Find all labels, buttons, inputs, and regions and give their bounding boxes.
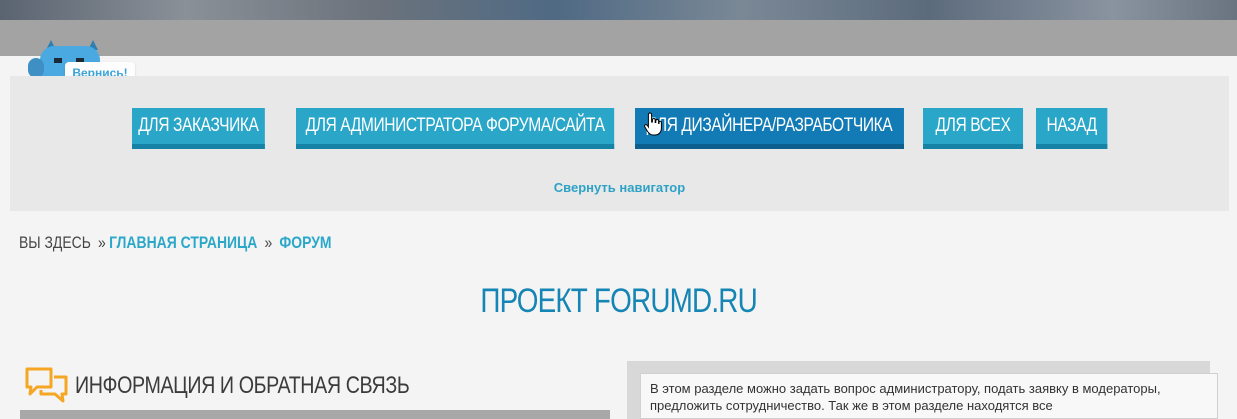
breadcrumb-link-home[interactable]: ГЛАВНАЯ СТРАНИЦА [109, 233, 257, 252]
breadcrumb-prefix: ВЫ ЗДЕСЬ [19, 233, 91, 252]
nav-button-everyone[interactable]: ДЛЯ ВСЕХ [923, 108, 1024, 149]
header-banner [0, 0, 1237, 20]
hand-pointer-icon [644, 112, 662, 136]
breadcrumb: ВЫ ЗДЕСЬ » ГЛАВНАЯ СТРАНИЦА » ФОРУМ [19, 233, 332, 255]
navigator-panel: ДЛЯ ЗАКАЗЧИКА ДЛЯ АДМИНИСТРАТОРА ФОРУМА/… [10, 76, 1229, 211]
nav-button-admin[interactable]: ДЛЯ АДМИНИСТРАТОРА ФОРУМА/САЙТА [296, 108, 615, 149]
mascot-eye-left [54, 58, 62, 63]
mascot-arm [28, 58, 44, 78]
section-title[interactable]: ИНФОРМАЦИЯ И ОБРАТНАЯ СВЯЗЬ [75, 372, 410, 400]
breadcrumb-separator: » [98, 233, 106, 252]
section-divider [20, 410, 610, 419]
breadcrumb-link-forum[interactable]: ФОРУМ [279, 233, 331, 252]
section-description: В этом разделе можно задать вопрос админ… [640, 373, 1218, 419]
chat-bubbles-icon [25, 367, 68, 403]
breadcrumb-separator: » [264, 233, 273, 252]
nav-button-customer[interactable]: ДЛЯ ЗАКАЗЧИКА [132, 108, 265, 149]
nav-button-designer[interactable]: ДЛЯ ДИЗАЙНЕРА/РАЗРАБОТЧИКА [635, 108, 904, 149]
page-title: ПРОЕКТ FORUMD.RU [0, 282, 1237, 321]
nav-button-back[interactable]: НАЗАД [1036, 108, 1108, 149]
page-title-text: ПРОЕКТ FORUMD.RU [480, 282, 757, 320]
header-bar [0, 20, 1237, 56]
collapse-navigator-link[interactable]: Свернуть навигатор [10, 180, 1229, 195]
